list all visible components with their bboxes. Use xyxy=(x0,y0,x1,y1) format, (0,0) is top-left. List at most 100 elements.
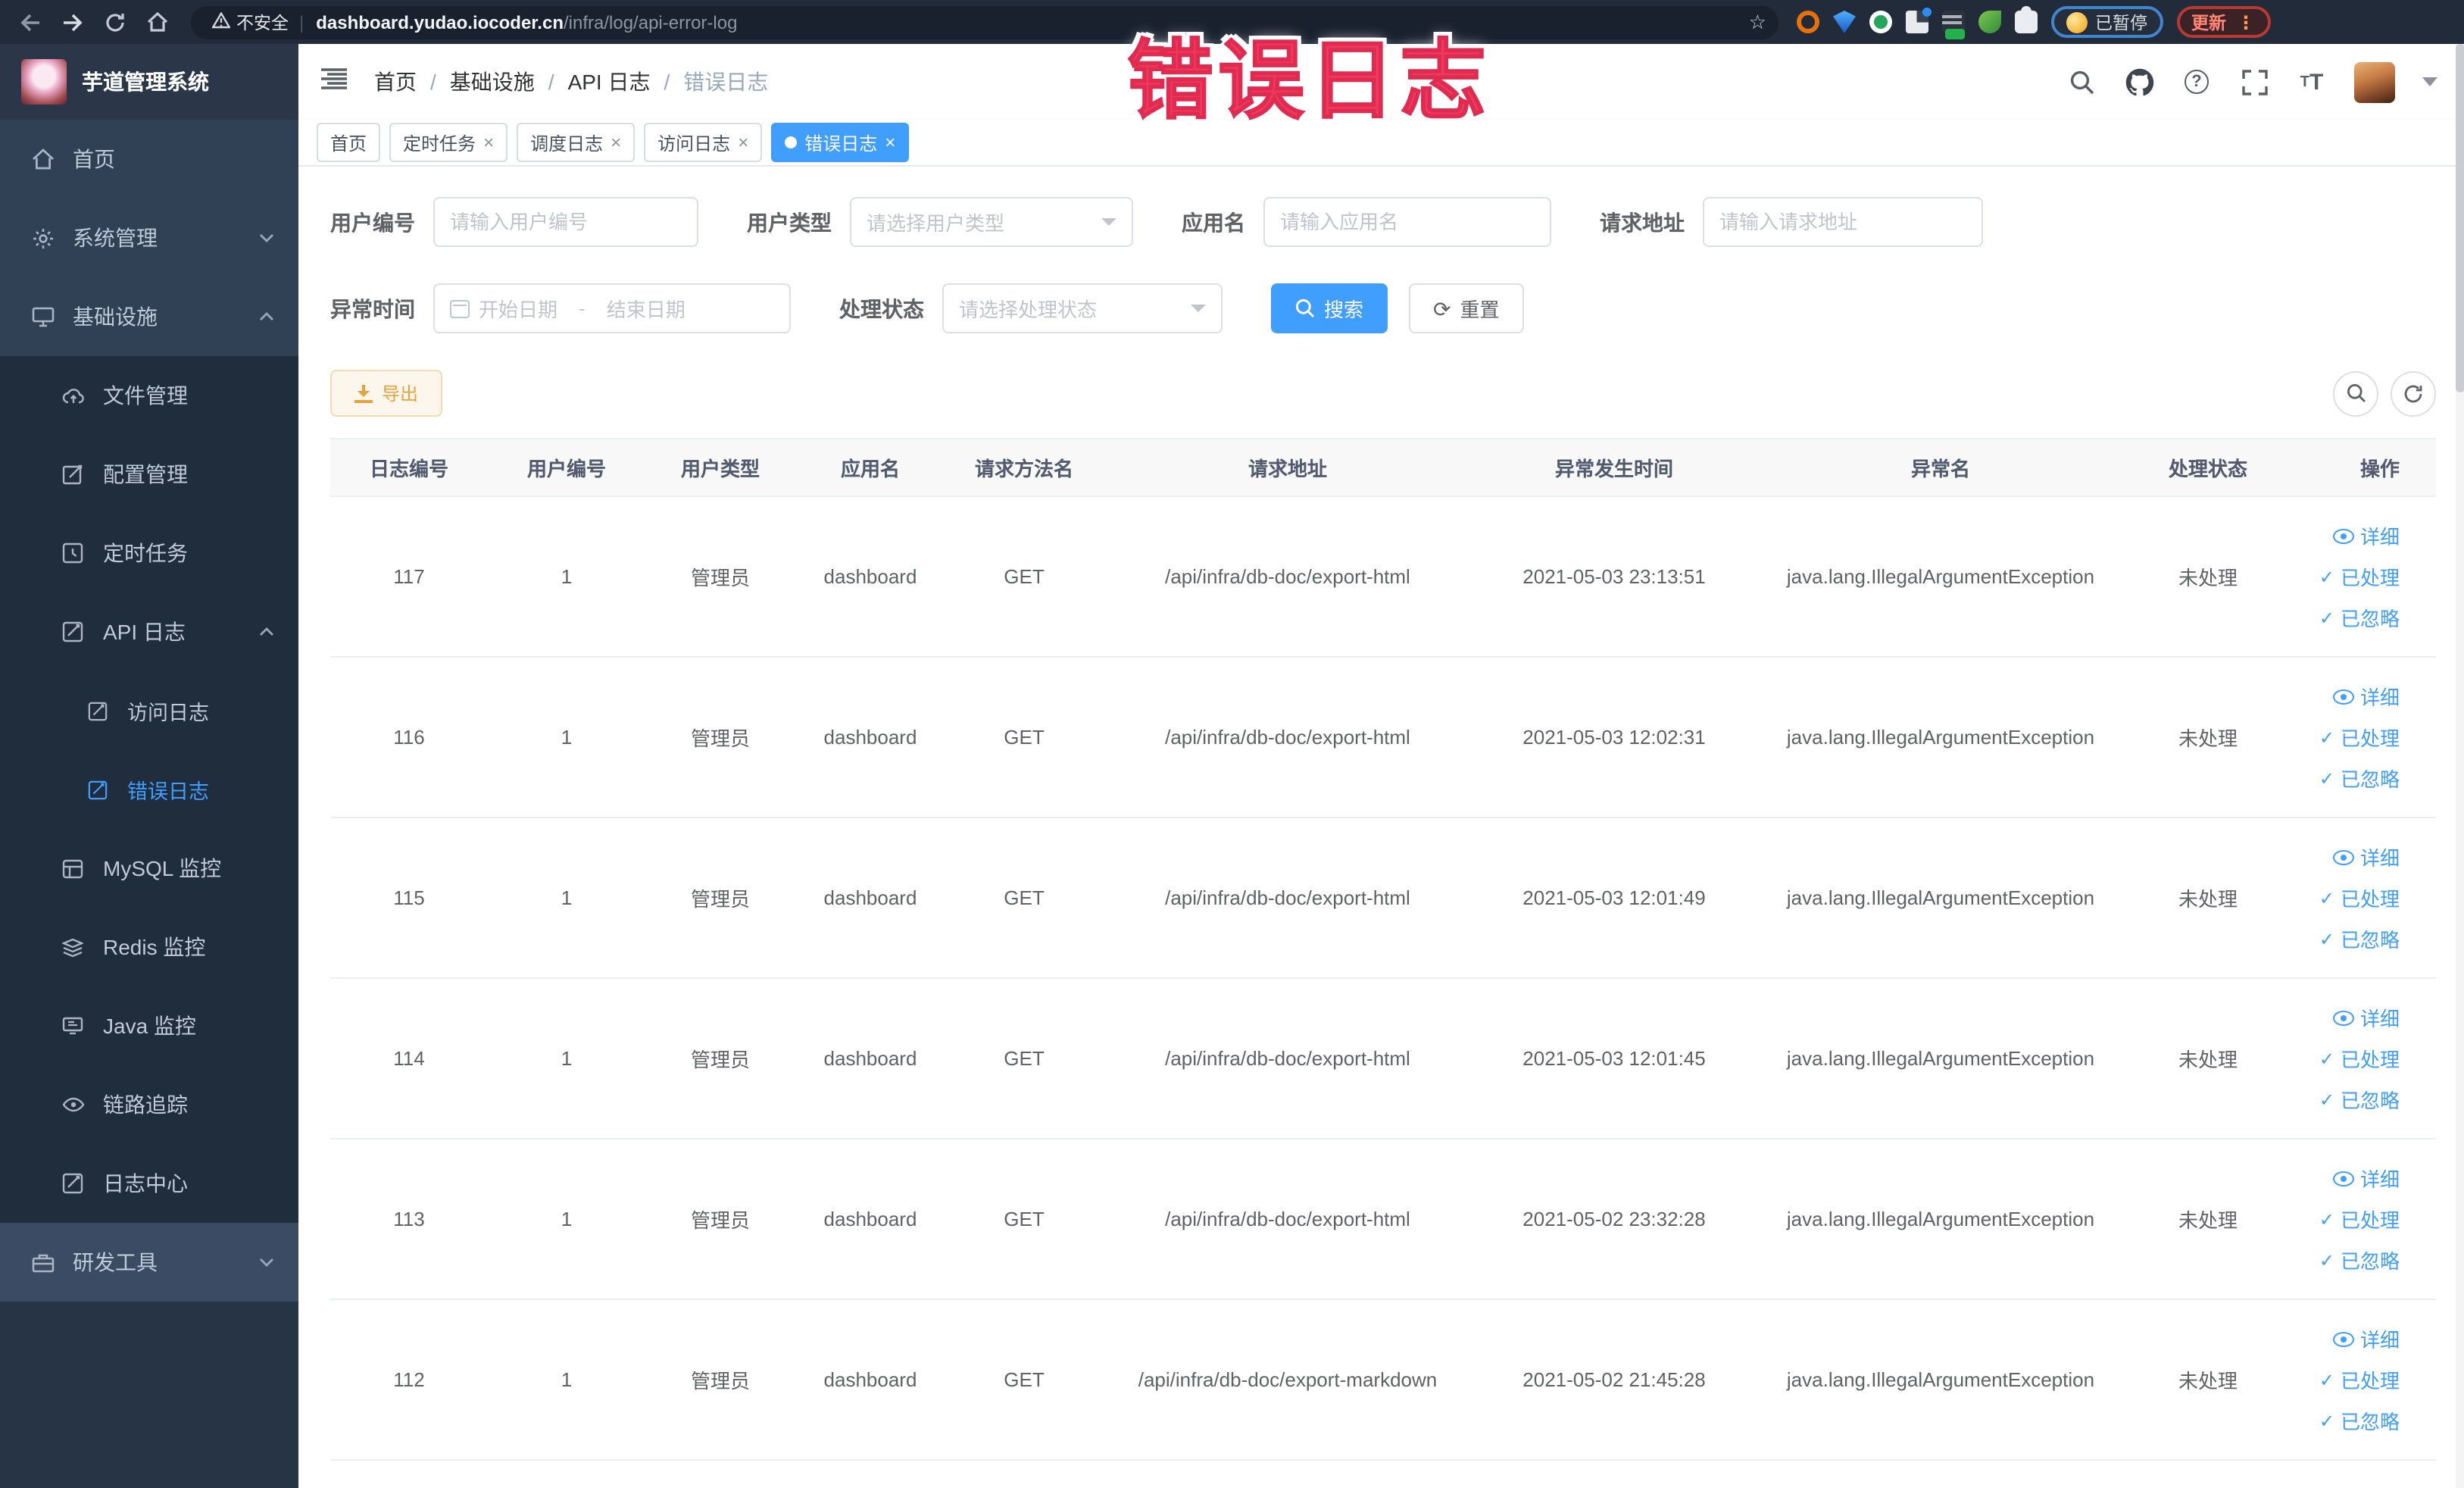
user-type-select[interactable]: 请选择用户类型 xyxy=(850,197,1133,247)
browser-back-button[interactable] xyxy=(14,5,47,39)
mark-processed-link[interactable]: ✓ 已处理 xyxy=(2319,1044,2400,1073)
detail-link[interactable]: 详细 xyxy=(2332,1164,2400,1193)
user-menu-caret-icon[interactable] xyxy=(2422,77,2437,86)
font-size-icon[interactable]: TT xyxy=(2297,67,2327,97)
download-icon xyxy=(354,384,373,402)
sidebar-item-error-log[interactable]: 错误日志 xyxy=(0,750,298,829)
address-bar[interactable]: 不安全 | dashboard.yudao.iocoder.cn /infra/… xyxy=(191,5,1779,39)
sidebar-item-api-log[interactable]: API 日志 xyxy=(0,592,298,671)
mark-processed-link[interactable]: ✓ 已处理 xyxy=(2319,562,2400,591)
process-status-select[interactable]: 请选择处理状态 xyxy=(942,283,1223,333)
sidebar-item-mysql-monitor[interactable]: MySQL 监控 xyxy=(0,829,298,908)
request-url-input[interactable] xyxy=(1703,197,1983,247)
detail-link[interactable]: 详细 xyxy=(2332,1003,2400,1032)
sidebar-item-dev-tools[interactable]: 研发工具 xyxy=(0,1223,298,1302)
date-range-picker[interactable]: 开始日期 - 结束日期 xyxy=(433,283,791,333)
browser-reload-button[interactable] xyxy=(98,5,132,39)
hamburger-icon[interactable] xyxy=(320,67,350,97)
header-search-icon[interactable] xyxy=(2066,67,2097,97)
browser-menu-kebab-icon[interactable]: ⋮ xyxy=(2237,11,2255,33)
tag-close-icon[interactable]: × xyxy=(483,133,494,152)
extension-icon-switch-on[interactable] xyxy=(1942,11,1965,39)
log-document-icon xyxy=(85,699,109,723)
detail-link[interactable]: 详细 xyxy=(2332,682,2400,711)
detail-link[interactable]: 详细 xyxy=(2332,521,2400,550)
mark-processed-link[interactable]: ✓ 已处理 xyxy=(2319,723,2400,752)
sidebar-item-file-management[interactable]: 文件管理 xyxy=(0,356,298,435)
breadcrumb-item-api-log[interactable]: API 日志 xyxy=(568,67,651,97)
sidebar-item-home[interactable]: 首页 xyxy=(0,120,298,199)
browser-update-button[interactable]: 更新 ⋮ xyxy=(2176,6,2270,38)
help-icon[interactable]: ? xyxy=(2181,67,2212,97)
extension-icon-leaf[interactable] xyxy=(1978,11,2001,33)
browser-forward-button[interactable] xyxy=(56,5,89,39)
filter-label: 用户编号 xyxy=(330,210,415,234)
extension-icon-blue-shield[interactable] xyxy=(1833,11,1856,33)
breadcrumb-separator: / xyxy=(548,70,554,94)
extension-icon-green-circle[interactable] xyxy=(1869,11,1892,33)
mark-ignored-link[interactable]: ✓ 已忽略 xyxy=(2319,603,2400,632)
breadcrumb-separator: / xyxy=(430,70,436,94)
browser-home-button[interactable] xyxy=(141,5,174,39)
fullscreen-icon[interactable] xyxy=(2239,67,2269,97)
extension-icon-orange[interactable] xyxy=(1797,11,1819,33)
sidebar-item-config-management[interactable]: 配置管理 xyxy=(0,435,298,514)
chevron-up-icon xyxy=(259,627,274,636)
scrollbar-thumb[interactable] xyxy=(2456,44,2464,392)
tag-close-icon[interactable]: × xyxy=(885,133,895,152)
breadcrumb-item-home[interactable]: 首页 xyxy=(374,67,417,97)
user-id-input[interactable] xyxy=(433,197,698,247)
refresh-table-button[interactable] xyxy=(2391,370,2436,416)
reset-button[interactable]: ⟳ 重置 xyxy=(1409,283,1524,333)
mark-processed-link[interactable]: ✓ 已处理 xyxy=(2319,1205,2400,1233)
sidebar-item-trace[interactable]: 链路追踪 xyxy=(0,1065,298,1144)
mark-ignored-link[interactable]: ✓ 已忽略 xyxy=(2319,1246,2400,1274)
filter-request-url: 请求地址 xyxy=(1600,197,1983,247)
log-document-icon xyxy=(61,620,85,644)
sidebar-item-infrastructure[interactable]: 基础设施 xyxy=(0,277,298,356)
log-document-icon xyxy=(85,777,109,802)
search-button[interactable]: 搜索 xyxy=(1271,283,1388,333)
tag-schedule-log[interactable]: 调度日志 × xyxy=(517,123,636,162)
profile-paused-badge[interactable]: 已暂停 xyxy=(2051,6,2163,38)
mark-processed-link[interactable]: ✓ 已处理 xyxy=(2319,883,2400,912)
tag-close-icon[interactable]: × xyxy=(738,133,748,152)
github-icon[interactable] xyxy=(2124,67,2154,97)
mark-ignored-link[interactable]: ✓ 已忽略 xyxy=(2319,1406,2400,1435)
refresh-icon: ⟳ xyxy=(1433,296,1451,320)
bookmark-star-icon[interactable]: ☆ xyxy=(1749,10,1766,34)
tag-close-icon[interactable]: × xyxy=(611,133,621,152)
tag-error-log[interactable]: 错误日志 × xyxy=(771,123,910,162)
sidebar-item-java-monitor[interactable]: Java 监控 xyxy=(0,986,298,1065)
extensions-puzzle-icon[interactable] xyxy=(2015,6,2038,33)
breadcrumb-item-infrastructure[interactable]: 基础设施 xyxy=(450,67,535,97)
security-label[interactable]: 不安全 xyxy=(236,10,289,34)
mark-ignored-link[interactable]: ✓ 已忽略 xyxy=(2319,764,2400,792)
sidebar-item-redis-monitor[interactable]: Redis 监控 xyxy=(0,908,298,986)
sidebar-item-system[interactable]: 系统管理 xyxy=(0,199,298,277)
page-scrollbar[interactable] xyxy=(2456,44,2464,1488)
sidebar-item-label: 定时任务 xyxy=(103,541,188,565)
tag-home[interactable]: 首页 xyxy=(317,123,381,162)
toggle-search-button[interactable] xyxy=(2333,370,2378,416)
user-avatar[interactable] xyxy=(2354,61,2395,102)
extension-icon-grid[interactable] xyxy=(1906,8,1932,33)
sidebar-item-log-center[interactable]: 日志中心 xyxy=(0,1144,298,1223)
sidebar-item-label: MySQL 监控 xyxy=(103,856,222,880)
check-icon: ✓ xyxy=(2319,887,2334,908)
mark-ignored-link[interactable]: ✓ 已忽略 xyxy=(2319,1085,2400,1114)
sidebar-logo[interactable]: 芋道管理系统 xyxy=(0,44,298,120)
export-button[interactable]: 导出 xyxy=(330,370,443,417)
tag-scheduled-jobs[interactable]: 定时任务 × xyxy=(389,123,508,162)
detail-link[interactable]: 详细 xyxy=(2332,1324,2400,1353)
sidebar-item-label: 错误日志 xyxy=(127,780,209,803)
tag-access-log[interactable]: 访问日志 × xyxy=(644,123,763,162)
app-name-input[interactable] xyxy=(1263,197,1551,247)
mark-ignored-link[interactable]: ✓ 已忽略 xyxy=(2319,924,2400,953)
sidebar-item-access-log[interactable]: 访问日志 xyxy=(0,671,298,750)
sidebar-item-scheduled-jobs[interactable]: 定时任务 xyxy=(0,514,298,592)
detail-link[interactable]: 详细 xyxy=(2332,842,2400,871)
mark-processed-link[interactable]: ✓ 已处理 xyxy=(2319,1365,2400,1394)
check-icon: ✓ xyxy=(2319,1410,2334,1431)
log-document-icon xyxy=(61,1171,85,1196)
